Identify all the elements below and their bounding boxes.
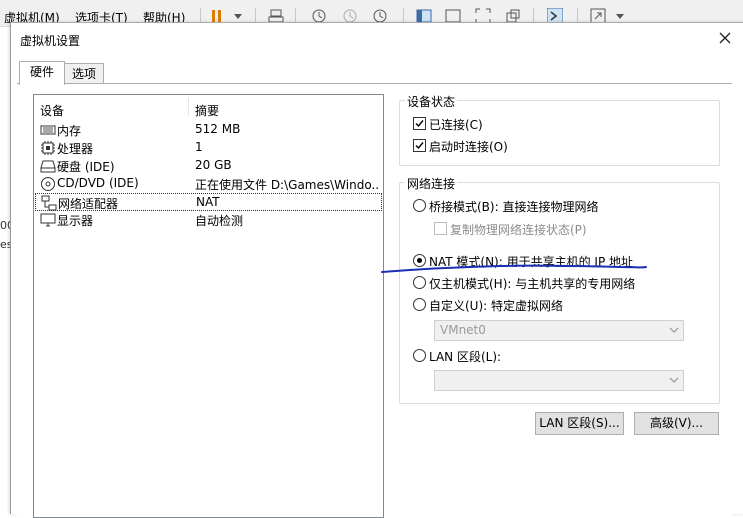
device-row-processor[interactable]: 处理器 1 (35, 139, 382, 157)
device-row-display[interactable]: 显示器 自动检测 (35, 211, 382, 229)
bridged-radio-dot[interactable] (413, 199, 426, 212)
custom-network-select[interactable]: VMnet0 (434, 320, 684, 341)
hard-disk-icon (40, 160, 56, 173)
tab-hardware[interactable]: 硬件 (19, 61, 65, 85)
lan-segment-radio-dot[interactable] (413, 349, 426, 362)
lan-segments-button[interactable]: LAN 区段(S)... (535, 412, 624, 435)
device-name: 网络适配器 (58, 197, 119, 211)
vm-settings-dialog: 虚拟机设置 硬件 选项 设备 摘要 内存 512 MB 处理器 1 硬盘 (ID… (10, 22, 743, 518)
device-column-header[interactable]: 设备 (40, 102, 64, 119)
tab-options[interactable]: 选项 (64, 63, 104, 84)
device-summary: 512 MB (195, 122, 241, 136)
device-summary: 1 (195, 140, 203, 154)
processor-icon (41, 141, 55, 155)
replicate-state-checkbox-box[interactable] (434, 222, 447, 235)
close-icon[interactable] (716, 29, 734, 47)
custom-network-value: VMnet0 (440, 323, 486, 337)
cd-dvd-icon (41, 177, 55, 191)
device-name: 硬盘 (IDE) (57, 160, 115, 174)
checkmark-icon (415, 120, 424, 128)
connect-at-power-on-checkbox-box[interactable] (413, 139, 426, 152)
summary-column-header[interactable]: 摘要 (195, 102, 219, 119)
display-icon (40, 213, 56, 227)
advanced-button[interactable]: 高级(V)... (634, 412, 719, 435)
device-name: 处理器 (57, 142, 94, 156)
host-only-label: 仅主机模式(H): 与主机共享的专用网络 (429, 277, 636, 291)
connected-label: 已连接(C) (429, 118, 483, 132)
network-adapter-icon (41, 195, 57, 211)
bridged-label: 桥接模式(B): 直接连接物理网络 (429, 200, 599, 214)
memory-icon (40, 125, 56, 135)
device-summary: 自动检测 (195, 214, 244, 228)
device-summary: NAT (196, 195, 220, 209)
replicate-state-label: 复制物理网络连接状态(P) (450, 223, 587, 237)
device-name: 显示器 (57, 214, 94, 228)
checkmark-icon (415, 142, 424, 150)
network-connection-legend: 网络连接 (405, 175, 458, 192)
nat-label: NAT 模式(N): 用于共享主机的 IP 地址 (429, 255, 634, 269)
connected-checkbox-box[interactable] (413, 117, 426, 130)
device-status-legend: 设备状态 (405, 93, 458, 110)
host-only-radio-dot[interactable] (413, 276, 426, 289)
device-row-memory[interactable]: 内存 512 MB (35, 121, 382, 139)
custom-label: 自定义(U): 特定虚拟网络 (429, 299, 564, 313)
device-name: 内存 (57, 124, 82, 138)
device-list[interactable]: 设备 摘要 内存 512 MB 处理器 1 硬盘 (IDE) 20 GB CD/… (33, 94, 384, 518)
connect-at-power-on-label: 启动时连接(O) (429, 140, 508, 154)
lan-segment-select[interactable] (434, 370, 684, 391)
device-row-network-adapter[interactable]: 网络适配器 NAT (35, 193, 382, 211)
chevron-down-icon (669, 327, 679, 333)
device-status-group: 设备状态 已连接(C) 启动时连接(O) (399, 93, 720, 166)
lan-segment-label: LAN 区段(L): (429, 350, 502, 364)
nat-radio-dot[interactable] (413, 254, 426, 267)
dialog-title: 虚拟机设置 (20, 34, 81, 48)
device-summary: 20 GB (195, 158, 232, 172)
column-divider[interactable] (188, 98, 189, 116)
device-summary: 正在使用文件 D:\Games\Windo... (195, 178, 380, 192)
device-row-cd-dvd[interactable]: CD/DVD (IDE) 正在使用文件 D:\Games\Windo... (35, 175, 382, 193)
device-name: CD/DVD (IDE) (57, 176, 139, 190)
network-connection-group: 网络连接 桥接模式(B): 直接连接物理网络 复制物理网络连接状态(P) NAT… (399, 175, 720, 404)
chevron-down-icon (669, 377, 679, 383)
custom-radio-dot[interactable] (413, 298, 426, 311)
device-row-hard-disk[interactable]: 硬盘 (IDE) 20 GB (35, 157, 382, 175)
